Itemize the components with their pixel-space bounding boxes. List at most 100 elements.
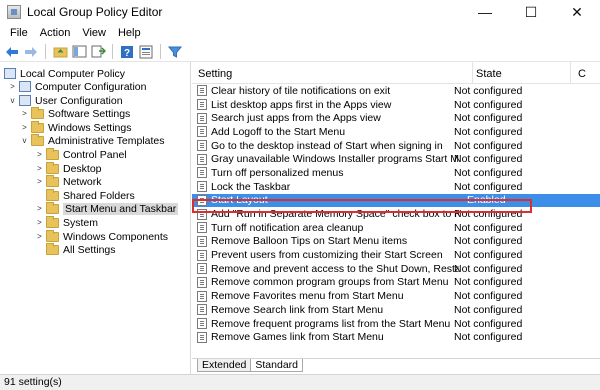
chevron-right-icon[interactable]: > [35,177,44,186]
folder-icon [46,215,59,228]
chevron-down-icon[interactable]: v [8,96,17,105]
tree-all-settings[interactable]: All Settings [35,242,116,256]
tree-network[interactable]: > Network [35,174,102,188]
chevron-right-icon[interactable]: > [35,232,44,241]
setting-name: Remove common program groups from Start … [211,276,449,289]
setting-state: Not configured [454,139,523,152]
setting-name: Start Layout [211,194,268,207]
title-bar: Local Group Policy Editor — ☐ ✕ [0,0,600,24]
setting-row[interactable]: Turn off notification area cleanup Not co… [192,221,600,235]
tree-system[interactable]: > System [35,215,98,229]
chevron-right-icon[interactable]: > [35,164,44,173]
export-list-icon[interactable] [90,44,106,60]
menu-action[interactable]: Action [34,27,77,39]
toolbar-separator [112,44,113,59]
show-hide-tree-icon[interactable] [71,44,87,60]
setting-row[interactable]: Turn off personalized menus Not configure… [192,166,600,180]
menu-view[interactable]: View [76,27,112,39]
group-policy-app-icon [7,5,21,19]
tree-shared-folders[interactable]: Shared Folders [35,188,135,202]
setting-row[interactable]: Remove Search link from Start Menu Not co… [192,303,600,317]
policy-icon [4,68,16,79]
up-folder-icon[interactable] [52,44,68,60]
setting-state: Not configured [454,112,523,125]
folder-icon [46,161,59,174]
setting-row[interactable]: Prevent users from customizing their Sta… [192,248,600,262]
column-header: Setting State C [192,62,600,84]
setting-row[interactable]: Remove Favorites menu from Start Menu Not… [192,289,600,303]
chevron-right-icon[interactable]: > [35,150,44,159]
tree-control-panel[interactable]: > Control Panel [35,147,127,161]
setting-name: Prevent users from customizing their Sta… [211,249,443,262]
filter-icon[interactable] [167,44,183,60]
setting-row[interactable]: Remove common program groups from Start … [192,276,600,290]
tree-desktop[interactable]: > Desktop [35,161,102,175]
tree-computer-configuration[interactable]: > Computer Configuration [8,80,146,93]
policy-setting-icon [197,140,207,152]
setting-row[interactable]: Clear history of tile notifications on e… [192,84,600,98]
chevron-right-icon[interactable]: > [8,82,17,91]
maximize-button[interactable]: ☐ [508,0,554,24]
menu-help[interactable]: Help [112,27,147,39]
tree-user-configuration[interactable]: v User Configuration [8,94,123,107]
tree-administrative-templates[interactable]: v Administrative Templates [20,133,165,147]
setting-row[interactable]: Gray unavailable Windows Installer progr… [192,152,600,166]
column-divider[interactable] [472,62,473,84]
policy-setting-icon [197,304,207,316]
tree-software-settings[interactable]: > Software Settings [20,106,130,120]
computer-icon [19,81,31,92]
settings-pane: Setting State C Clear history of tile no… [192,62,600,358]
setting-row[interactable]: Add "Run in Separate Memory Space" check… [192,207,600,221]
policy-setting-icon [197,290,207,302]
setting-row[interactable]: Remove Games link from Start Menu Not con… [192,330,600,344]
folder-icon [46,229,59,242]
tab-standard[interactable]: Standard [250,359,303,372]
forward-arrow-icon[interactable] [23,44,39,60]
tree-windows-components[interactable]: > Windows Components [35,229,168,243]
policy-setting-icon [197,167,207,179]
chevron-right-icon[interactable]: > [35,204,44,213]
setting-row[interactable]: List desktop apps first in the Apps view… [192,98,600,112]
chevron-down-icon[interactable]: v [20,136,29,145]
window-controls: — ☐ ✕ [462,0,600,24]
help-icon[interactable]: ? [119,44,135,60]
setting-state: Not configured [454,153,523,166]
column-divider[interactable] [570,62,571,84]
setting-row[interactable]: Remove and prevent access to the Shut Do… [192,262,600,276]
folder-icon [46,174,59,187]
back-arrow-icon[interactable] [4,44,20,60]
policy-setting-icon [197,249,207,261]
policy-setting-icon [197,318,207,330]
setting-row[interactable]: Remove frequent programs list from the S… [192,317,600,331]
setting-row[interactable]: Add Logoff to the Start Menu Not configur… [192,125,600,139]
setting-state: Not configured [454,249,523,262]
navigation-tree: Local Computer Policy > Computer Configu… [0,62,191,374]
setting-row[interactable]: Lock the Taskbar Not configured [192,180,600,194]
column-state[interactable]: State [476,68,502,80]
chevron-right-icon[interactable]: > [20,109,29,118]
setting-name: Turn off personalized menus [211,166,344,179]
chevron-right-icon[interactable]: > [20,123,29,132]
policy-setting-icon [197,331,207,343]
setting-row[interactable]: Start Layout Enabled [192,193,600,208]
minimize-button[interactable]: — [462,0,508,24]
tree-local-computer-policy[interactable]: Local Computer Policy [4,67,125,80]
tree-start-menu-and-taskbar[interactable]: > Start Menu and Taskbar [35,201,179,215]
setting-name: Add Logoff to the Start Menu [211,125,346,138]
setting-state: Not configured [454,84,523,97]
user-icon [19,95,31,106]
close-button[interactable]: ✕ [554,0,600,24]
menu-file[interactable]: File [4,27,34,39]
tree-windows-settings[interactable]: > Windows Settings [20,120,131,134]
setting-row[interactable]: Remove Balloon Tips on Start Menu items N… [192,235,600,249]
status-text: 91 setting(s) [4,376,62,388]
column-setting[interactable]: Setting [198,68,232,80]
setting-row[interactable]: Search just apps from the Apps view Not c… [192,111,600,125]
chevron-right-icon[interactable]: > [35,218,44,227]
setting-state: Not configured [454,276,523,289]
folder-icon [31,106,44,119]
tab-extended[interactable]: Extended [197,359,252,372]
column-comment[interactable]: C [578,68,586,80]
properties-icon[interactable] [138,44,154,60]
setting-row[interactable]: Go to the desktop instead of Start when … [192,139,600,153]
